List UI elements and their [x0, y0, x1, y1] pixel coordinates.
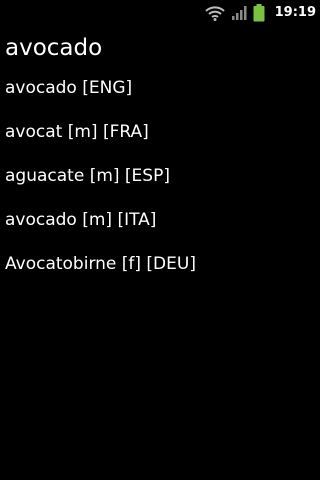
translation-item-eng[interactable]: avocado [ENG]	[0, 66, 320, 110]
status-bar: 19:19	[0, 0, 320, 25]
status-clock: 19:19	[274, 5, 316, 20]
translation-item-deu[interactable]: Avocatobirne [f] [DEU]	[0, 242, 320, 286]
wifi-icon	[204, 5, 225, 21]
translation-item-esp[interactable]: aguacate [m] [ESP]	[0, 154, 320, 198]
translation-list: avocado [ENG] avocat [m] [FRA] aguacate …	[0, 66, 320, 286]
page-title: avocado	[5, 35, 103, 61]
signal-icon	[231, 5, 247, 21]
translation-item-fra[interactable]: avocat [m] [FRA]	[0, 110, 320, 154]
battery-icon	[253, 3, 265, 22]
translation-item-ita[interactable]: avocado [m] [ITA]	[0, 198, 320, 242]
